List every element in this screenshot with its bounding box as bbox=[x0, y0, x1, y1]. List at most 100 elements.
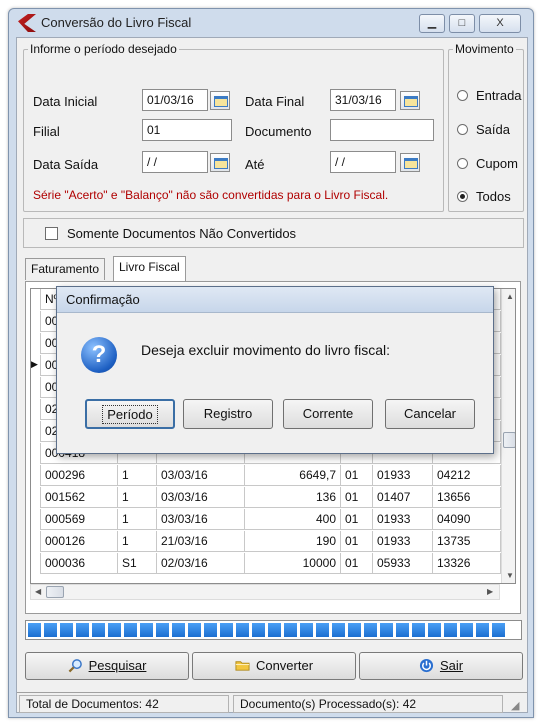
progress-segment bbox=[236, 623, 249, 637]
documentos-processados-status: Documento(s) Processado(s): 42 bbox=[233, 695, 503, 713]
power-icon bbox=[419, 658, 433, 673]
progress-segment bbox=[188, 623, 201, 637]
vertical-scroll-thumb[interactable] bbox=[503, 432, 515, 448]
row-indicator[interactable] bbox=[31, 399, 41, 420]
status-bar: Total de Documentos: 42 Documento(s) Pro… bbox=[17, 692, 527, 714]
progress-segment bbox=[156, 623, 169, 637]
scroll-down-icon[interactable]: ▼ bbox=[506, 571, 514, 580]
radio-saida[interactable]: Saída bbox=[457, 122, 510, 137]
table-cell: 13735 bbox=[433, 531, 501, 552]
scroll-up-icon[interactable]: ▲ bbox=[506, 292, 514, 301]
pesquisar-label: Pesquisar bbox=[88, 658, 147, 673]
grid-horizontal-scrollbar[interactable]: ◀ ▶ bbox=[30, 584, 500, 600]
progress-segment bbox=[396, 623, 409, 637]
progress-fill bbox=[28, 623, 519, 637]
row-indicator[interactable] bbox=[31, 333, 41, 354]
table-row[interactable]: 001562 1 03/03/16 136 01 01407 13656 bbox=[31, 487, 501, 508]
resize-grip-icon[interactable]: ◢ bbox=[511, 699, 519, 712]
row-indicator[interactable] bbox=[31, 311, 41, 332]
progress-segment bbox=[364, 623, 377, 637]
progress-segment bbox=[460, 623, 473, 637]
table-cell: 01933 bbox=[373, 531, 433, 552]
sair-button[interactable]: Sair bbox=[359, 652, 523, 680]
dialog-title[interactable]: Confirmação bbox=[57, 287, 493, 313]
ate-input[interactable]: / / bbox=[330, 151, 396, 173]
table-cell: 01933 bbox=[373, 465, 433, 486]
dialog-message: Deseja excluir movimento do livro fiscal… bbox=[141, 342, 390, 358]
progress-segment bbox=[124, 623, 137, 637]
table-cell: 01 bbox=[341, 531, 373, 552]
table-row[interactable]: 000296 1 03/03/16 6649,7 01 01933 04212 bbox=[31, 465, 501, 486]
table-row[interactable]: 000569 1 03/03/16 400 01 01933 04090 bbox=[31, 509, 501, 530]
horizontal-scroll-thumb[interactable] bbox=[46, 586, 64, 598]
row-indicator[interactable] bbox=[31, 487, 41, 508]
row-indicator[interactable] bbox=[31, 553, 41, 574]
data-inicial-label: Data Inicial bbox=[33, 94, 98, 109]
table-row[interactable]: 000036 S1 02/03/16 10000 01 05933 13326 bbox=[31, 553, 501, 574]
scroll-right-icon[interactable]: ▶ bbox=[487, 587, 493, 596]
filial-input[interactable]: 01 bbox=[142, 119, 232, 141]
progress-segment bbox=[444, 623, 457, 637]
registro-button[interactable]: Registro bbox=[183, 399, 273, 429]
data-inicial-calendar-icon[interactable] bbox=[210, 91, 230, 110]
table-cell: 136 bbox=[245, 487, 341, 508]
row-indicator[interactable] bbox=[31, 509, 41, 530]
table-cell: 01407 bbox=[373, 487, 433, 508]
nao-convertidos-checkbox[interactable] bbox=[45, 227, 58, 240]
row-indicator[interactable] bbox=[31, 421, 41, 442]
data-final-input[interactable]: 31/03/16 bbox=[330, 89, 396, 111]
row-indicator[interactable] bbox=[31, 465, 41, 486]
nao-convertidos-label[interactable]: Somente Documentos Não Convertidos bbox=[67, 226, 296, 241]
table-cell: 000036 bbox=[41, 553, 118, 574]
minimize-button[interactable]: ▁ bbox=[419, 14, 445, 33]
ate-calendar-icon[interactable] bbox=[400, 153, 420, 172]
periodo-button[interactable]: Período bbox=[85, 399, 175, 429]
corrente-button[interactable]: Corrente bbox=[283, 399, 373, 429]
radio-entrada[interactable]: Entrada bbox=[457, 88, 522, 103]
filial-label: Filial bbox=[33, 124, 60, 139]
app-logo-icon bbox=[18, 14, 36, 32]
radio-cupom[interactable]: Cupom bbox=[457, 156, 518, 171]
row-indicator[interactable]: ▶ bbox=[31, 355, 41, 376]
scroll-left-icon[interactable]: ◀ bbox=[35, 587, 41, 596]
title-bar[interactable]: Conversão do Livro Fiscal ▁ □ X bbox=[9, 9, 533, 37]
window-title: Conversão do Livro Fiscal bbox=[41, 15, 192, 30]
table-cell: 01 bbox=[341, 509, 373, 530]
question-icon: ? bbox=[81, 337, 117, 373]
period-legend: Informe o período desejado bbox=[30, 42, 177, 56]
documento-input[interactable] bbox=[330, 119, 434, 141]
progress-segment bbox=[220, 623, 233, 637]
data-inicial-input[interactable]: 01/03/16 bbox=[142, 89, 208, 111]
tab-livro-fiscal[interactable]: Livro Fiscal bbox=[113, 256, 186, 281]
ate-label: Até bbox=[245, 157, 265, 172]
progress-segment bbox=[332, 623, 345, 637]
row-indicator[interactable] bbox=[31, 377, 41, 398]
progress-segment bbox=[476, 623, 489, 637]
data-final-calendar-icon[interactable] bbox=[400, 91, 420, 110]
table-cell: 04090 bbox=[433, 509, 501, 530]
table-cell: 000126 bbox=[41, 531, 118, 552]
table-cell: S1 bbox=[118, 553, 157, 574]
search-icon bbox=[68, 659, 82, 673]
data-saida-input[interactable]: / / bbox=[142, 151, 208, 173]
table-cell: 03/03/16 bbox=[157, 465, 245, 486]
table-cell: 13656 bbox=[433, 487, 501, 508]
progress-segment bbox=[348, 623, 361, 637]
table-cell: 10000 bbox=[245, 553, 341, 574]
row-indicator[interactable] bbox=[31, 289, 41, 310]
radio-todos[interactable]: Todos bbox=[457, 189, 511, 204]
cancelar-button[interactable]: Cancelar bbox=[385, 399, 475, 429]
row-indicator[interactable] bbox=[31, 443, 41, 464]
close-button[interactable]: X bbox=[479, 14, 521, 33]
documento-label: Documento bbox=[245, 124, 312, 139]
table-row[interactable]: 000126 1 21/03/16 190 01 01933 13735 bbox=[31, 531, 501, 552]
progress-segment bbox=[492, 623, 505, 637]
progress-segment bbox=[204, 623, 217, 637]
tab-faturamento[interactable]: Faturamento bbox=[25, 258, 106, 280]
grid-vertical-scrollbar[interactable]: ▲ ▼ bbox=[501, 289, 515, 583]
data-saida-calendar-icon[interactable] bbox=[210, 153, 230, 172]
maximize-button[interactable]: □ bbox=[449, 14, 475, 33]
pesquisar-button[interactable]: Pesquisar bbox=[25, 652, 189, 680]
row-indicator[interactable] bbox=[31, 531, 41, 552]
converter-button[interactable]: Converter bbox=[192, 652, 356, 680]
